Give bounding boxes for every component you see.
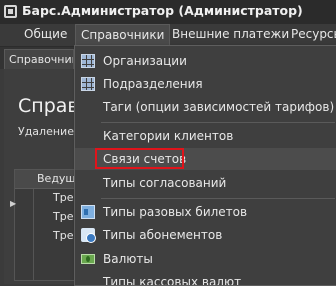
references-dropdown-menu: Организации Подразделения Таги (опции за… <box>74 45 336 286</box>
current-row-arrow-icon: ▶ <box>10 199 17 208</box>
menu-item-approval-types[interactable]: Типы согласований <box>75 172 336 194</box>
menu-separator <box>101 122 335 123</box>
menu-item-single-ticket-types[interactable]: Типы разовых билетов <box>75 201 336 223</box>
menu-item-label: Типы кассовых валют <box>103 275 242 286</box>
app-icon <box>4 5 17 18</box>
money-icon <box>81 254 95 264</box>
page-title: Справ <box>18 95 79 117</box>
menu-bar: Общие Справочники Внешние платежи Ресурс… <box>0 24 336 47</box>
menu-item-currencies[interactable]: Валюты <box>75 248 336 270</box>
menu-item-subscription-types[interactable]: Типы абонементов <box>75 224 336 246</box>
window-title: Барс.Администратор (Администратор) <box>22 3 303 18</box>
menu-item-label: Типы согласований <box>103 176 227 190</box>
menu-item-label: Подразделения <box>103 77 203 91</box>
clock-icon <box>81 228 96 243</box>
menu-item-label: Организации <box>103 54 187 68</box>
menu-item-organizations[interactable]: Организации <box>75 50 336 72</box>
menu-item-label: Типы разовых билетов <box>103 205 248 219</box>
menu-item-departments[interactable]: Подразделения <box>75 73 336 95</box>
menu-item-label: Категории клиентов <box>103 129 234 143</box>
menu-resources[interactable]: Ресурсы <box>291 27 336 41</box>
highlight-box <box>95 148 184 169</box>
menu-item-label: Таги (опции зависимостей тарифов) <box>103 100 335 114</box>
ticket-icon <box>81 205 95 219</box>
menu-references[interactable]: Справочники <box>75 24 171 45</box>
grid-icon <box>81 54 95 68</box>
menu-external-payments[interactable]: Внешние платежи <box>172 27 289 41</box>
title-bar: Барс.Администратор (Администратор) <box>0 0 336 24</box>
menu-separator <box>101 198 335 199</box>
tab-references[interactable]: Справочник <box>4 49 74 69</box>
menu-item-label: Валюты <box>103 252 153 266</box>
menu-item-label: Типы абонементов <box>103 228 223 242</box>
menu-general[interactable]: Общие <box>24 27 67 41</box>
menu-item-tags[interactable]: Таги (опции зависимостей тарифов) <box>75 96 336 118</box>
grid-icon <box>81 77 95 91</box>
menu-item-client-categories[interactable]: Категории клиентов <box>75 125 336 147</box>
